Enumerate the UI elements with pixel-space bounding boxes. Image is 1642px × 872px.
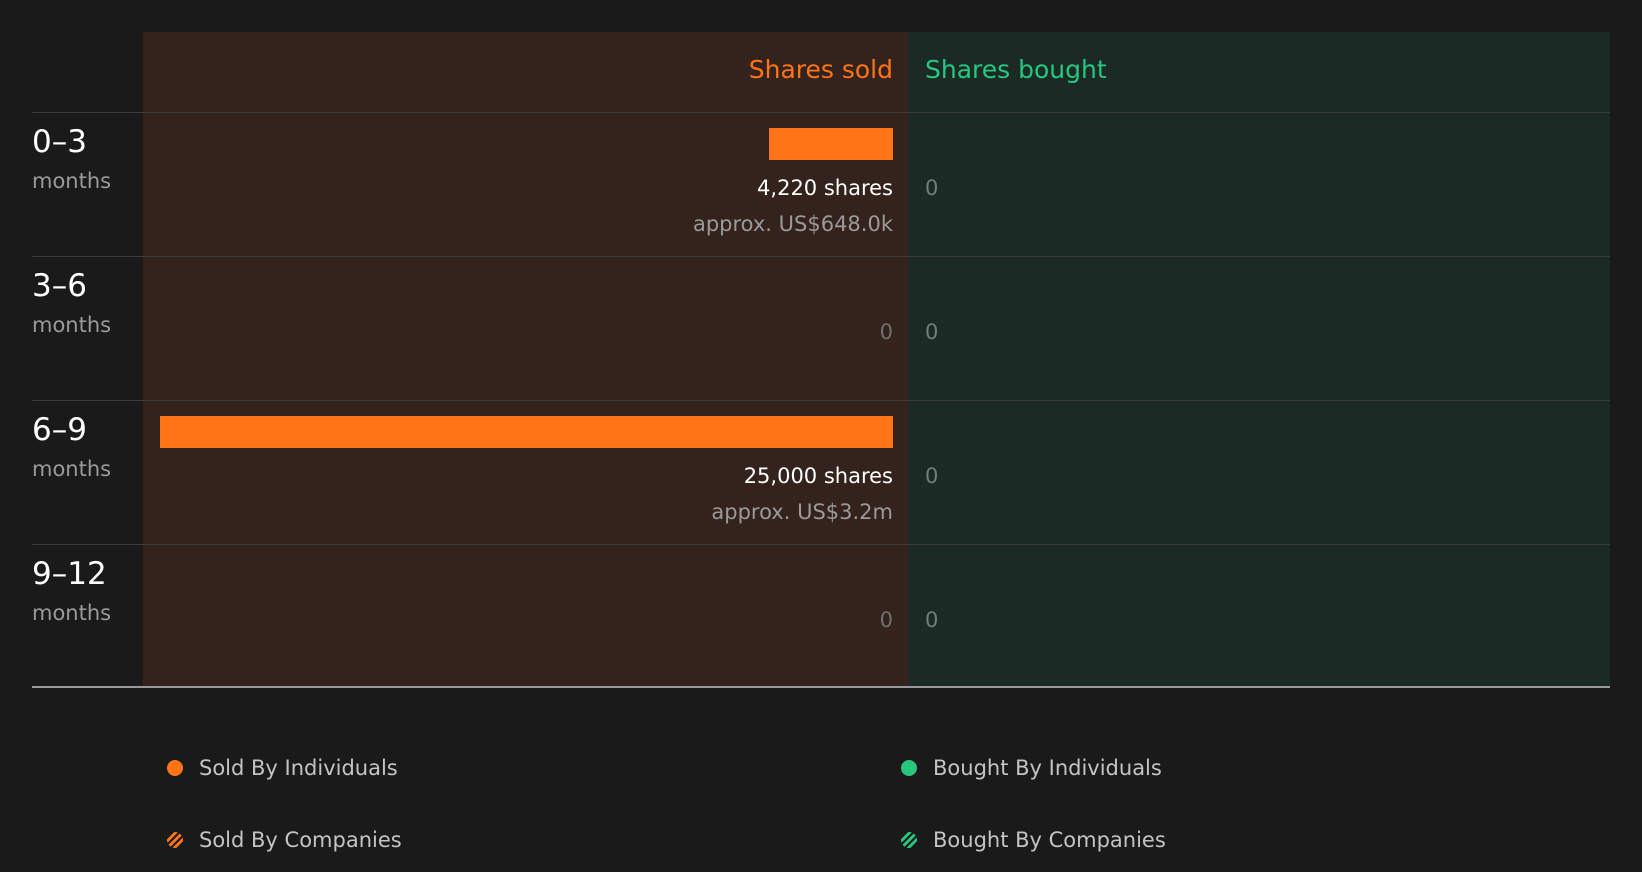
header-shares-sold: Shares sold bbox=[748, 55, 893, 84]
row-label: 6–9 months bbox=[32, 410, 111, 484]
bought-zero-label: 0 bbox=[925, 464, 939, 488]
chart-baseline bbox=[32, 686, 1610, 688]
dot-icon bbox=[901, 760, 917, 776]
row-label: 3–6 months bbox=[32, 266, 111, 340]
row-divider bbox=[32, 112, 1610, 113]
row-label: 9–12 months bbox=[32, 554, 111, 628]
bought-zero-label: 0 bbox=[925, 320, 939, 344]
legend-label: Bought By Companies bbox=[933, 828, 1166, 852]
sold-value-approx: approx. US$3.2m bbox=[711, 500, 893, 524]
row-unit-label: months bbox=[32, 313, 112, 337]
row-range-label: 0–3 bbox=[32, 124, 87, 160]
sold-bar bbox=[769, 128, 893, 160]
row-range-label: 3–6 bbox=[32, 268, 87, 304]
bought-panel bbox=[908, 32, 1610, 686]
sold-shares-label: 4,220 shares bbox=[757, 176, 893, 200]
dot-icon bbox=[167, 760, 183, 776]
insider-trading-chart: Shares sold Shares bought 0–3 months 4,220… bbox=[0, 0, 1642, 700]
legend-item: Sold By Companies bbox=[167, 828, 402, 852]
hatched-dot-icon bbox=[901, 832, 917, 848]
sold-value-approx: approx. US$648.0k bbox=[692, 212, 893, 236]
row-range-label: 9–12 bbox=[32, 556, 107, 592]
row-unit-label: months bbox=[32, 457, 112, 481]
legend-label: Sold By Individuals bbox=[199, 756, 398, 780]
legend-label: Bought By Individuals bbox=[933, 756, 1162, 780]
legend-item: Bought By Companies bbox=[901, 828, 1166, 852]
row-label: 0–3 months bbox=[32, 122, 111, 196]
row-divider bbox=[32, 256, 1610, 257]
row-divider bbox=[32, 544, 1610, 545]
sold-zero-label: 0 bbox=[879, 608, 893, 632]
row-range-label: 6–9 bbox=[32, 412, 87, 448]
sold-bar bbox=[160, 416, 893, 448]
hatched-dot-icon bbox=[167, 832, 183, 848]
bought-zero-label: 0 bbox=[925, 608, 939, 632]
legend-item: Bought By Individuals bbox=[901, 756, 1162, 780]
bought-zero-label: 0 bbox=[925, 176, 939, 200]
legend-label: Sold By Companies bbox=[199, 828, 402, 852]
row-unit-label: months bbox=[32, 169, 112, 193]
row-divider bbox=[32, 400, 1610, 401]
row-unit-label: months bbox=[32, 601, 112, 625]
legend-item: Sold By Individuals bbox=[167, 756, 398, 780]
sold-shares-label: 25,000 shares bbox=[743, 464, 893, 488]
header-shares-bought: Shares bought bbox=[925, 55, 1107, 84]
legend: Sold By Individuals Bought By Individuals… bbox=[0, 700, 1642, 872]
sold-zero-label: 0 bbox=[879, 320, 893, 344]
